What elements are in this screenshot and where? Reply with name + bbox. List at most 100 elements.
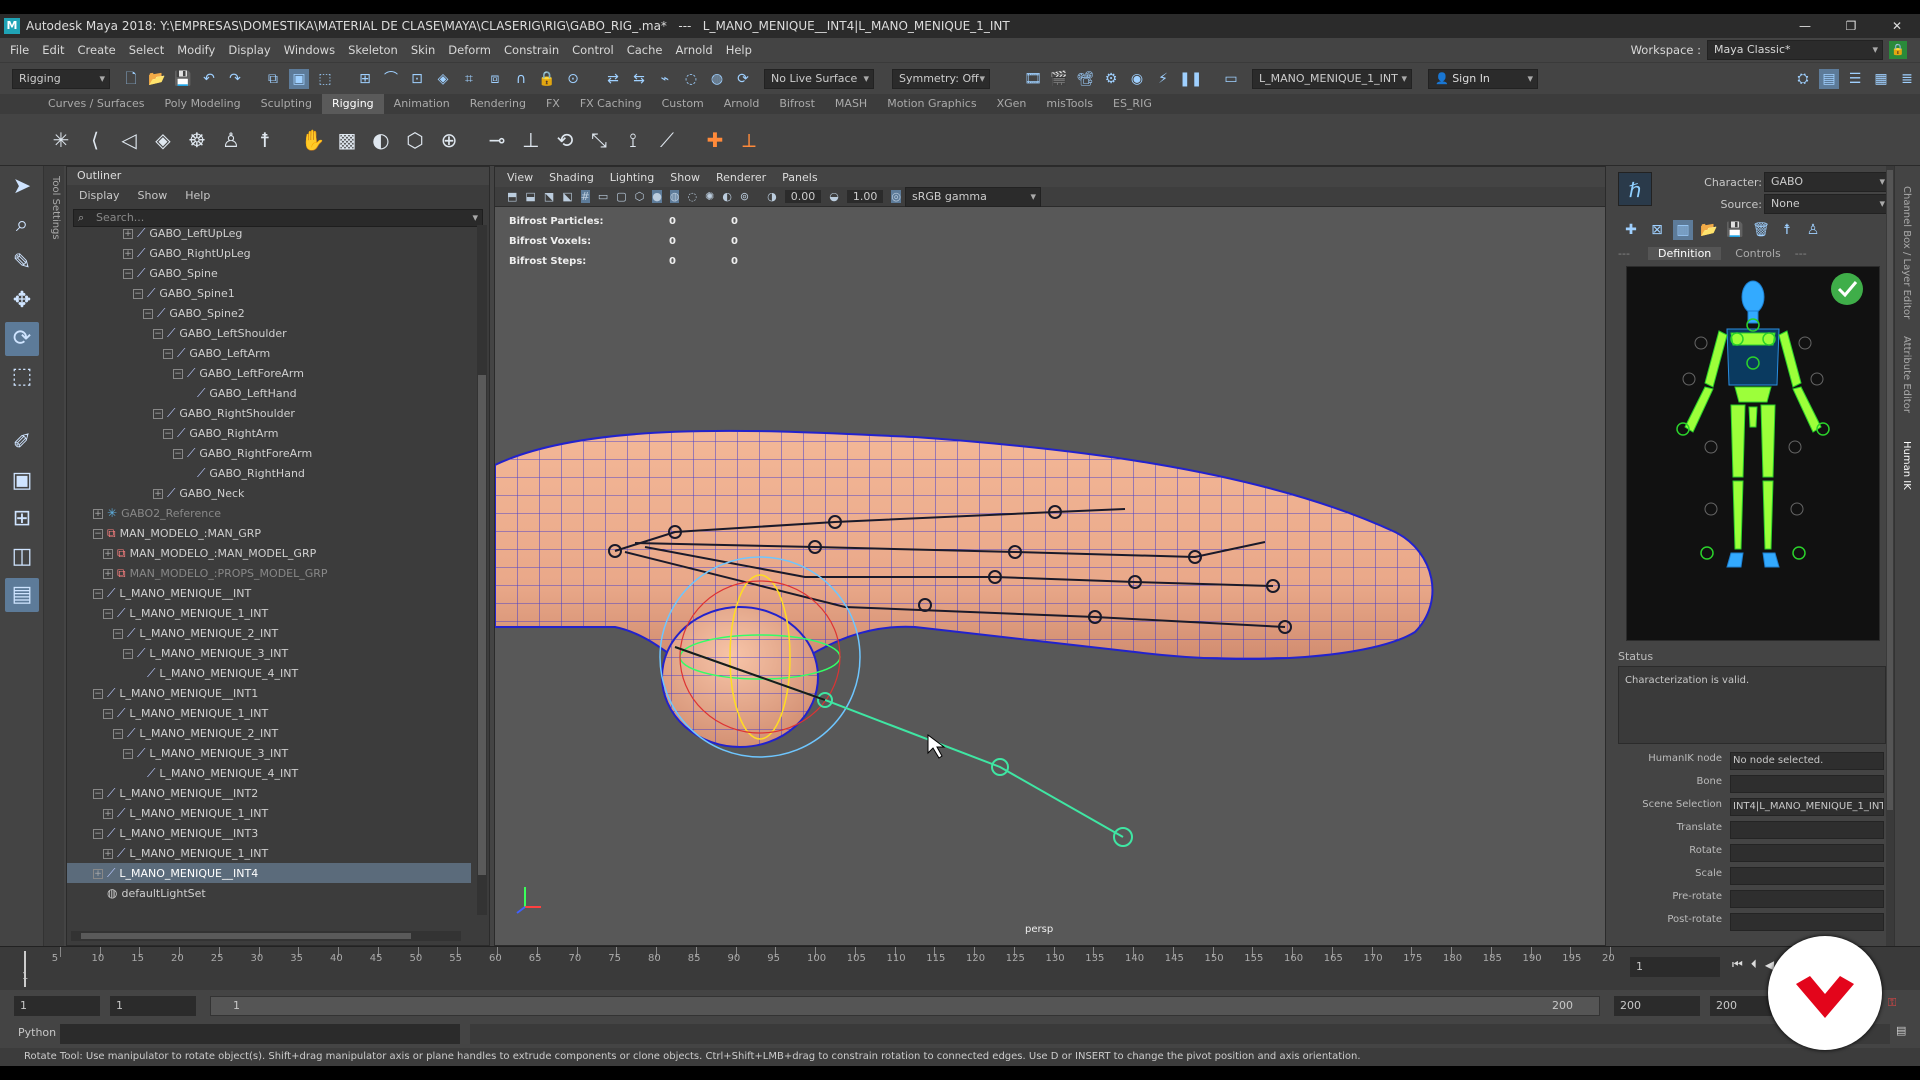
- create-character-icon[interactable]: ✚: [1621, 220, 1641, 240]
- outliner-menu-help[interactable]: Help: [185, 189, 210, 202]
- shelf-tab-fx[interactable]: FX: [536, 94, 570, 114]
- expand-toggle-icon[interactable]: −: [103, 609, 113, 619]
- start-time-field[interactable]: 1: [14, 996, 100, 1016]
- snap-surface-icon[interactable]: ⌗: [459, 69, 479, 89]
- hypershade-icon[interactable]: ◉: [1127, 69, 1147, 89]
- create-joints-icon[interactable]: ✳: [47, 126, 75, 154]
- outliner-node[interactable]: − ⟋ L_MANO_MENIQUE_3_INT: [67, 643, 471, 663]
- outliner-node[interactable]: + ⟋ GABO_RightUpLeg: [67, 243, 471, 263]
- outliner-node[interactable]: − ⟋ GABO_LeftArm: [67, 343, 471, 363]
- outliner-node[interactable]: − ⟋ L_MANO_MENIQUE_1_INT: [67, 703, 471, 723]
- select-tool-icon[interactable]: ➤: [5, 170, 39, 204]
- lattice-icon[interactable]: ⬡: [401, 126, 429, 154]
- channel-box-icon[interactable]: ▦: [1871, 69, 1891, 89]
- outliner-node[interactable]: − ⟋ GABO_RightForeArm: [67, 443, 471, 463]
- outliner-node[interactable]: − ⟋ GABO_RightArm: [67, 423, 471, 443]
- exposure-icon[interactable]: ◑: [767, 190, 777, 203]
- shelf-tab-motion-graphics[interactable]: Motion Graphics: [877, 94, 986, 114]
- human-ik-icon[interactable]: ☸: [183, 126, 211, 154]
- menu-modify[interactable]: Modify: [177, 43, 215, 57]
- outliner-node[interactable]: + ⟋ L_MANO_MENIQUE_1_INT: [67, 803, 471, 823]
- character-figure[interactable]: [1627, 267, 1879, 640]
- search-dropdown-icon[interactable]: ▾: [472, 210, 478, 226]
- outliner-menu-show[interactable]: Show: [138, 189, 168, 202]
- snap-lock-icon[interactable]: 🔒: [537, 69, 557, 89]
- shelf-tab-rendering[interactable]: Rendering: [460, 94, 536, 114]
- expand-toggle-icon[interactable]: +: [123, 249, 133, 259]
- menu-edit[interactable]: Edit: [42, 43, 64, 57]
- outliner-node[interactable]: ⟋ GABO_LeftHand: [67, 383, 471, 403]
- command-input[interactable]: [60, 1024, 460, 1044]
- two-view-icon[interactable]: ◫: [5, 540, 39, 574]
- close-icon[interactable]: ✕: [1874, 19, 1920, 33]
- tab-menu-left[interactable]: ---: [1618, 247, 1648, 260]
- single-view-icon[interactable]: ▣: [5, 464, 39, 498]
- attribute-editor-tab[interactable]: Attribute Editor: [1901, 336, 1912, 413]
- character-dropdown[interactable]: GABO: [1764, 172, 1890, 192]
- shelf-tab-rigging[interactable]: Rigging: [321, 94, 384, 114]
- expand-toggle-icon[interactable]: −: [93, 589, 103, 599]
- outliner-node[interactable]: − ⟋ GABO_RightShoulder: [67, 403, 471, 423]
- lights-icon[interactable]: ✺: [705, 190, 714, 203]
- tab-menu-right[interactable]: ---: [1795, 247, 1825, 260]
- save-icon[interactable]: 💾: [1725, 220, 1745, 240]
- expand-toggle-icon[interactable]: +: [103, 849, 113, 859]
- viewport-panel[interactable]: View Shading Lighting Show Renderer Pane…: [494, 166, 1606, 946]
- outliner-node[interactable]: + ⟋ L_MANO_MENIQUE_1_INT: [67, 843, 471, 863]
- shadows-icon[interactable]: ◐: [722, 190, 732, 203]
- expand-toggle-icon[interactable]: −: [173, 449, 183, 459]
- tool-settings-icon[interactable]: ☰: [1845, 69, 1865, 89]
- parent-constraint-icon[interactable]: ⊸: [483, 126, 511, 154]
- shelf-tab-xgen[interactable]: XGen: [987, 94, 1037, 114]
- pin-icon[interactable]: ♙: [1803, 220, 1823, 240]
- ik-spline-icon[interactable]: ◁: [115, 126, 143, 154]
- pole-vector-icon[interactable]: ⟋: [653, 126, 681, 154]
- menu-display[interactable]: Display: [228, 43, 270, 57]
- live-surface-field[interactable]: No Live Surface: [764, 68, 874, 89]
- lock-character-icon[interactable]: ☨: [1777, 220, 1797, 240]
- minimize-icon[interactable]: —: [1782, 19, 1828, 33]
- outliner-node[interactable]: − ⟋ GABO_LeftForeArm: [67, 363, 471, 383]
- expand-toggle-icon[interactable]: −: [93, 689, 103, 699]
- go-to-start-icon[interactable]: ⏮: [1732, 957, 1743, 972]
- anim-start-field[interactable]: 1: [110, 996, 196, 1016]
- outliner-node[interactable]: ⟋ L_MANO_MENIQUE_4_INT: [67, 763, 471, 783]
- shelf-tab-curves-surfaces[interactable]: Curves / Surfaces: [38, 94, 155, 114]
- outliner-node[interactable]: − ⧉ MAN_MODELO_:MAN_GRP: [67, 523, 471, 543]
- outliner-node[interactable]: + ⟋ GABO_LeftUpLeg: [67, 223, 471, 243]
- outliner-node[interactable]: − ⟋ L_MANO_MENIQUE__INT3: [67, 823, 471, 843]
- select-hierarchy-icon[interactable]: ⧉: [263, 69, 283, 89]
- camera-select-icon[interactable]: ⬒: [507, 190, 517, 203]
- script-editor-icon[interactable]: ▤: [1896, 1024, 1906, 1037]
- shelf-tab-bifrost[interactable]: Bifrost: [769, 94, 825, 114]
- outliner-node[interactable]: ⟋ L_MANO_MENIQUE_4_INT: [67, 663, 471, 683]
- ipr-render-icon[interactable]: 📽: [1075, 69, 1095, 89]
- menu-create[interactable]: Create: [78, 43, 116, 57]
- human-ik-tab[interactable]: Human IK: [1901, 441, 1912, 490]
- film-gate-icon[interactable]: ▭: [598, 190, 608, 203]
- expand-toggle-icon[interactable]: −: [123, 269, 133, 279]
- humanik-scrollbar[interactable]: [1886, 166, 1894, 946]
- expand-toggle-icon[interactable]: −: [103, 709, 113, 719]
- tab-controls[interactable]: Controls: [1721, 247, 1795, 260]
- symmetry-dropdown[interactable]: Symmetry: Off: [892, 68, 990, 89]
- menu-cache[interactable]: Cache: [627, 43, 663, 57]
- last-tool-icon[interactable]: ✐: [5, 426, 39, 460]
- auto-key-icon[interactable]: ⚿: [1888, 996, 1896, 1010]
- orient-constraint-icon[interactable]: ⟲: [551, 126, 579, 154]
- outliner-node[interactable]: − ⟋ L_MANO_MENIQUE_3_INT: [67, 743, 471, 763]
- time-slider[interactable]: 1510152025303540455055606570758085909510…: [0, 946, 1920, 990]
- finger-mesh[interactable]: [495, 429, 1434, 748]
- outliner-persp-icon[interactable]: ▤: [5, 578, 39, 612]
- expand-toggle-icon[interactable]: −: [163, 349, 173, 359]
- snap-curve-icon[interactable]: ⌒: [381, 69, 401, 89]
- custom-tool-b-icon[interactable]: ⟂: [735, 126, 763, 154]
- blend-shape-icon[interactable]: ◐: [367, 126, 395, 154]
- delete-icon[interactable]: 🗑: [1751, 220, 1771, 240]
- viewport-menu-show[interactable]: Show: [670, 171, 700, 184]
- menu-constrain[interactable]: Constrain: [504, 43, 559, 57]
- expand-toggle-icon[interactable]: −: [123, 749, 133, 759]
- end-time-field[interactable]: 200: [1614, 996, 1700, 1016]
- pivot-icon[interactable]: ◍: [707, 69, 727, 89]
- expand-toggle-icon[interactable]: −: [153, 409, 163, 419]
